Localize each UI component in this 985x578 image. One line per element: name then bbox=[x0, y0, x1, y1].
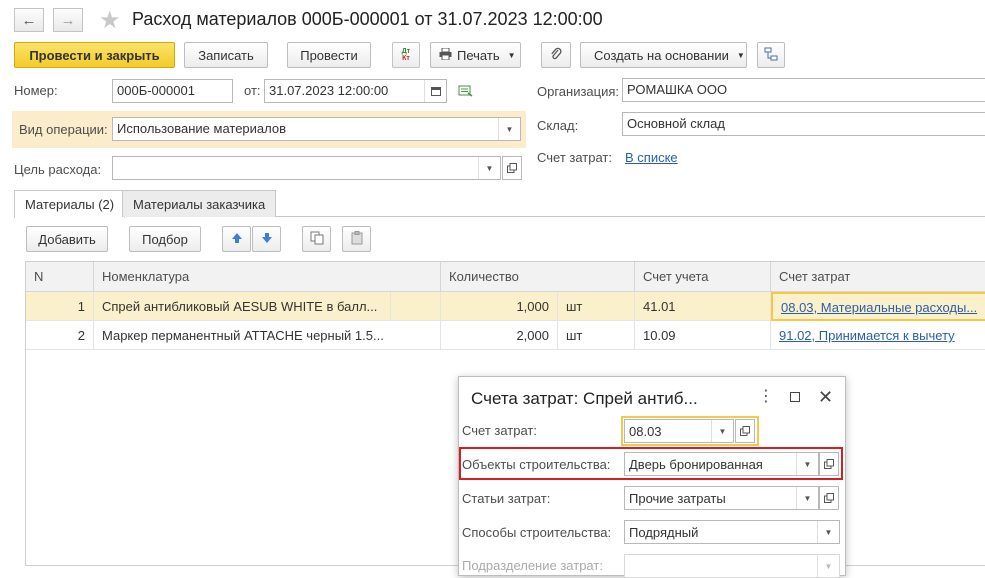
cost-items-open-button[interactable] bbox=[819, 486, 839, 510]
cost-account-label: Счет затрат: bbox=[462, 423, 537, 438]
chevron-down-icon[interactable]: ▼ bbox=[796, 487, 818, 509]
favorite-star-icon[interactable]: ★ bbox=[99, 6, 121, 35]
warehouse-field[interactable]: Основной склад bbox=[622, 112, 985, 136]
construction-objects-select[interactable]: Дверь бронированная ▼ bbox=[624, 452, 819, 476]
table-row[interactable]: 2 Маркер перманентный ATTACHE черный 1.5… bbox=[26, 321, 985, 350]
purpose-label: Цель расхода: bbox=[14, 162, 102, 177]
forward-button[interactable]: → bbox=[53, 8, 83, 32]
calendar-icon[interactable] bbox=[424, 80, 446, 102]
date-field[interactable]: 31.07.2023 12:00:00 bbox=[264, 79, 447, 103]
debit-credit-icon: Дт Кт bbox=[401, 48, 411, 62]
chevron-down-icon[interactable]: ▼ bbox=[711, 420, 733, 442]
chevron-down-icon[interactable]: ▼ bbox=[817, 555, 839, 577]
table-header: N Номенклатура Количество Счет учета Сче… bbox=[26, 262, 985, 292]
open-icon bbox=[507, 163, 517, 173]
printer-icon bbox=[439, 47, 452, 63]
move-down-button[interactable] bbox=[252, 226, 281, 252]
structure-icon bbox=[764, 47, 778, 64]
print-button[interactable]: Печать ▼ bbox=[430, 42, 521, 68]
column-account[interactable]: Счет учета bbox=[635, 262, 771, 292]
close-icon[interactable]: ✕ bbox=[818, 387, 833, 408]
chevron-down-icon[interactable]: ▼ bbox=[817, 521, 839, 543]
dtkt-button[interactable]: Дт Кт bbox=[392, 42, 420, 68]
column-nomenclature[interactable]: Номенклатура bbox=[94, 262, 441, 292]
post-and-close-button[interactable]: Провести и закрыть bbox=[14, 42, 175, 68]
construction-objects-open-button[interactable] bbox=[819, 452, 839, 476]
arrow-down-icon bbox=[261, 232, 273, 247]
open-icon bbox=[824, 493, 834, 503]
cost-account-select[interactable]: 08.03 ▼ bbox=[624, 419, 734, 443]
arrow-left-icon: ← bbox=[21, 11, 37, 29]
chevron-down-icon: ▼ bbox=[507, 50, 516, 60]
cost-account-open-button[interactable] bbox=[735, 419, 755, 443]
attach-button[interactable] bbox=[541, 42, 571, 68]
arrow-up-icon bbox=[231, 232, 243, 247]
construction-objects-label: Объекты строительства: bbox=[462, 457, 611, 472]
paste-icon bbox=[350, 230, 364, 248]
column-quantity[interactable]: Количество bbox=[441, 262, 635, 292]
more-icon[interactable]: ⋮ bbox=[758, 389, 774, 405]
select-button[interactable]: Подбор bbox=[129, 226, 201, 252]
purpose-open-button[interactable] bbox=[502, 156, 522, 180]
cost-account-cell[interactable]: 91.02, Принимается к вычету bbox=[771, 321, 985, 350]
construction-methods-select[interactable]: Подрядный ▼ bbox=[624, 520, 840, 544]
add-button[interactable]: Добавить bbox=[26, 226, 108, 252]
maximize-icon[interactable] bbox=[790, 392, 800, 402]
move-up-button[interactable] bbox=[222, 226, 251, 252]
table-row[interactable]: 1 Спрей антибликовый AESUB WHITE в балл.… bbox=[26, 292, 985, 321]
paperclip-icon bbox=[550, 47, 562, 64]
column-n[interactable]: N bbox=[26, 262, 94, 292]
chevron-down-icon[interactable]: ▼ bbox=[796, 453, 818, 475]
copy-icon bbox=[310, 231, 324, 248]
cost-items-label: Статьи затрат: bbox=[462, 491, 551, 506]
cost-accounts-dialog: Счета затрат: Спрей антиб... ⋮ ✕ Счет за… bbox=[458, 376, 846, 578]
number-field[interactable]: 000Б-000001 bbox=[112, 79, 233, 103]
cost-department-select[interactable]: ▼ bbox=[624, 554, 840, 578]
organization-label: Организация: bbox=[537, 84, 620, 99]
copy-button[interactable] bbox=[302, 226, 331, 252]
chevron-down-icon[interactable]: ▼ bbox=[498, 118, 520, 140]
column-cost-account[interactable]: Счет затрат bbox=[771, 262, 985, 292]
cost-items-select[interactable]: Прочие затраты ▼ bbox=[624, 486, 819, 510]
save-button[interactable]: Записать bbox=[184, 42, 268, 68]
open-icon bbox=[740, 426, 750, 436]
dialog-title: Счета затрат: Спрей антиб... bbox=[471, 389, 698, 408]
date-label: от: bbox=[244, 83, 261, 98]
operation-select[interactable]: Использование материалов ▼ bbox=[112, 117, 521, 141]
window-title: Расход материалов 000Б-000001 от 31.07.2… bbox=[132, 9, 603, 29]
number-label: Номер: bbox=[14, 83, 58, 98]
structure-button[interactable] bbox=[757, 42, 785, 68]
back-button[interactable]: ← bbox=[14, 8, 44, 32]
tab-customer-materials[interactable]: Материалы заказчика bbox=[122, 190, 277, 217]
history-icon[interactable] bbox=[458, 84, 474, 101]
organization-field[interactable]: РОМАШКА ООО bbox=[622, 78, 985, 102]
cost-account-cell[interactable]: 08.03, Материальные расходы... bbox=[771, 292, 985, 321]
create-based-on-button[interactable]: Создать на основании ▼ bbox=[580, 42, 747, 68]
construction-methods-label: Способы строительства: bbox=[462, 525, 612, 540]
chevron-down-icon[interactable]: ▼ bbox=[478, 157, 500, 179]
chevron-down-icon: ▼ bbox=[736, 50, 745, 60]
purpose-field[interactable]: ▼ bbox=[112, 156, 501, 180]
open-icon bbox=[824, 459, 834, 469]
tab-materials[interactable]: Материалы (2) bbox=[14, 190, 126, 218]
warehouse-label: Склад: bbox=[537, 118, 579, 133]
arrow-right-icon: → bbox=[60, 11, 76, 29]
post-button[interactable]: Провести bbox=[287, 42, 371, 68]
cost-account-link[interactable]: В списке bbox=[625, 150, 678, 165]
cost-account-label: Счет затрат: bbox=[537, 150, 612, 165]
paste-button[interactable] bbox=[342, 226, 371, 252]
operation-label: Вид операции: bbox=[19, 122, 108, 137]
